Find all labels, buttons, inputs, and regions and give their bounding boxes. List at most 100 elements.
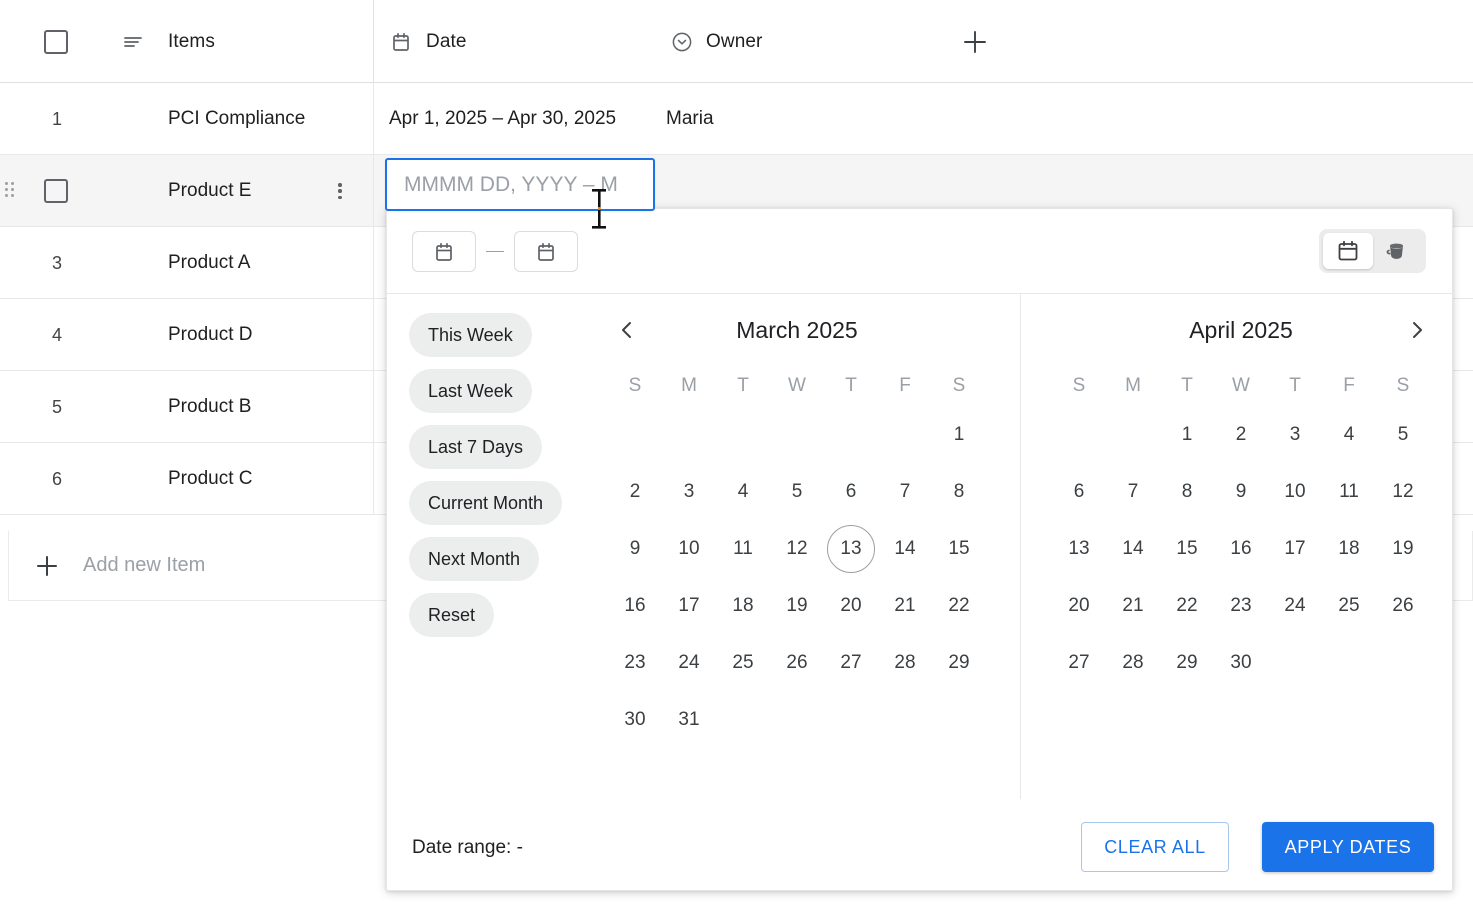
add-column-button[interactable] <box>960 0 990 83</box>
calendar-day[interactable]: 26 <box>770 634 824 691</box>
calendar-day[interactable]: 1 <box>932 406 986 463</box>
quick-range-last-week[interactable]: Last Week <box>409 369 532 413</box>
mode-cup-button[interactable] <box>1373 233 1423 269</box>
calendar-day[interactable]: 1 <box>1160 406 1214 463</box>
calendar-day[interactable]: 12 <box>770 520 824 577</box>
calendar-day[interactable]: 17 <box>1268 520 1322 577</box>
calendar-day[interactable]: 6 <box>1052 463 1106 520</box>
prev-month-button[interactable] <box>607 310 647 350</box>
calendar-day[interactable]: 25 <box>716 634 770 691</box>
start-date-button[interactable] <box>412 231 476 272</box>
calendar-day[interactable]: 16 <box>608 577 662 634</box>
quick-range-this-week[interactable]: This Week <box>409 313 532 357</box>
calendar-day[interactable]: 22 <box>932 577 986 634</box>
items-column-header[interactable]: Items <box>168 0 215 83</box>
clear-all-button[interactable]: CLEAR ALL <box>1081 822 1229 872</box>
calendar-day[interactable]: 12 <box>1376 463 1430 520</box>
calendar-day[interactable]: 11 <box>716 520 770 577</box>
mode-calendar-button[interactable] <box>1323 233 1373 269</box>
date-range-input[interactable]: MMMM DD, YYYY – M <box>385 158 655 211</box>
calendar-day[interactable]: 27 <box>824 634 878 691</box>
calendar-day[interactable]: 10 <box>662 520 716 577</box>
calendar-day[interactable]: 7 <box>1106 463 1160 520</box>
calendar-day[interactable]: 22 <box>1160 577 1214 634</box>
quick-range-reset[interactable]: Reset <box>409 593 494 637</box>
calendar-day[interactable]: 20 <box>824 577 878 634</box>
calendar-day[interactable]: 10 <box>1268 463 1322 520</box>
drag-handle-icon[interactable] <box>5 182 17 200</box>
calendar-day[interactable]: 5 <box>770 463 824 520</box>
next-month-button[interactable] <box>1397 310 1437 350</box>
calendar-day[interactable]: 18 <box>1322 520 1376 577</box>
calendar-day[interactable]: 4 <box>1322 406 1376 463</box>
row-number: 1 <box>52 109 62 130</box>
calendar-day[interactable]: 28 <box>878 634 932 691</box>
calendar-day[interactable]: 2 <box>1214 406 1268 463</box>
calendar-day[interactable]: 9 <box>608 520 662 577</box>
apply-dates-button[interactable]: APPLY DATES <box>1262 822 1434 872</box>
calendar-day[interactable]: 15 <box>932 520 986 577</box>
row-item-name[interactable]: Product E <box>168 180 251 202</box>
calendar-day[interactable]: 3 <box>662 463 716 520</box>
calendar-day[interactable]: 2 <box>608 463 662 520</box>
calendar-day[interactable]: 29 <box>932 634 986 691</box>
row-item-name[interactable]: Product D <box>168 324 252 346</box>
date-column-header[interactable]: Date <box>426 0 467 83</box>
table-row[interactable]: 1 PCI Compliance Apr 1, 2025 – Apr 30, 2… <box>0 83 1473 155</box>
calendar-day[interactable]: 15 <box>1160 520 1214 577</box>
calendar-day[interactable]: 8 <box>932 463 986 520</box>
calendar-day[interactable]: 21 <box>878 577 932 634</box>
quick-range-last-7-days[interactable]: Last 7 Days <box>409 425 542 469</box>
checkbox-icon[interactable] <box>44 179 68 203</box>
row-date-value[interactable]: Apr 1, 2025 – Apr 30, 2025 <box>389 108 616 130</box>
quick-range-current-month[interactable]: Current Month <box>409 481 562 525</box>
calendar-day[interactable]: 4 <box>716 463 770 520</box>
row-item-name[interactable]: Product C <box>168 468 252 490</box>
quick-range-next-month[interactable]: Next Month <box>409 537 539 581</box>
calendar-day[interactable]: 19 <box>770 577 824 634</box>
calendar-day[interactable]: 28 <box>1106 634 1160 691</box>
row-item-name[interactable]: Product B <box>168 396 251 418</box>
calendar-day[interactable]: 30 <box>1214 634 1268 691</box>
end-date-button[interactable] <box>514 231 578 272</box>
calendar-day[interactable]: 23 <box>608 634 662 691</box>
calendar-day[interactable]: 25 <box>1322 577 1376 634</box>
calendar-day[interactable]: 14 <box>1106 520 1160 577</box>
row-item-name[interactable]: PCI Compliance <box>168 108 305 130</box>
checkbox-icon[interactable] <box>44 30 68 54</box>
calendar-day[interactable]: 30 <box>608 691 662 748</box>
calendar-day[interactable]: 20 <box>1052 577 1106 634</box>
calendar-day-today[interactable]: 13 <box>824 520 878 577</box>
picker-mode-toggle[interactable] <box>1319 229 1426 273</box>
calendar-day[interactable]: 6 <box>824 463 878 520</box>
row-menu-button[interactable] <box>330 155 350 227</box>
calendar-day[interactable]: 31 <box>662 691 716 748</box>
calendar-day[interactable]: 3 <box>1268 406 1322 463</box>
row-checkbox[interactable] <box>44 155 68 227</box>
calendar-day[interactable]: 24 <box>662 634 716 691</box>
owner-column-header[interactable]: Owner <box>706 0 762 83</box>
calendar-day[interactable]: 17 <box>662 577 716 634</box>
calendar-day[interactable]: 27 <box>1052 634 1106 691</box>
calendar-day[interactable]: 11 <box>1322 463 1376 520</box>
calendar-day[interactable]: 21 <box>1106 577 1160 634</box>
calendar-day[interactable]: 19 <box>1376 520 1430 577</box>
calendar-icon <box>535 241 557 263</box>
calendar-day[interactable]: 8 <box>1160 463 1214 520</box>
calendar-day[interactable]: 7 <box>878 463 932 520</box>
row-owner-value[interactable]: Maria <box>666 108 714 130</box>
calendar-day[interactable]: 16 <box>1214 520 1268 577</box>
select-all-checkbox[interactable] <box>44 0 68 83</box>
calendar-day[interactable]: 26 <box>1376 577 1430 634</box>
kebab-menu-icon[interactable] <box>330 181 350 201</box>
calendar-day[interactable]: 9 <box>1214 463 1268 520</box>
calendar-day[interactable]: 18 <box>716 577 770 634</box>
calendar-day[interactable]: 14 <box>878 520 932 577</box>
calendar-day[interactable]: 29 <box>1160 634 1214 691</box>
calendar-day[interactable]: 13 <box>1052 520 1106 577</box>
calendar-day[interactable]: 24 <box>1268 577 1322 634</box>
calendar-day[interactable]: 23 <box>1214 577 1268 634</box>
calendar-day[interactable]: 5 <box>1376 406 1430 463</box>
row-item-name[interactable]: Product A <box>168 252 250 274</box>
calendar-month-2: April 2025 SMTWTFS 123456789101112131415… <box>1031 294 1451 691</box>
